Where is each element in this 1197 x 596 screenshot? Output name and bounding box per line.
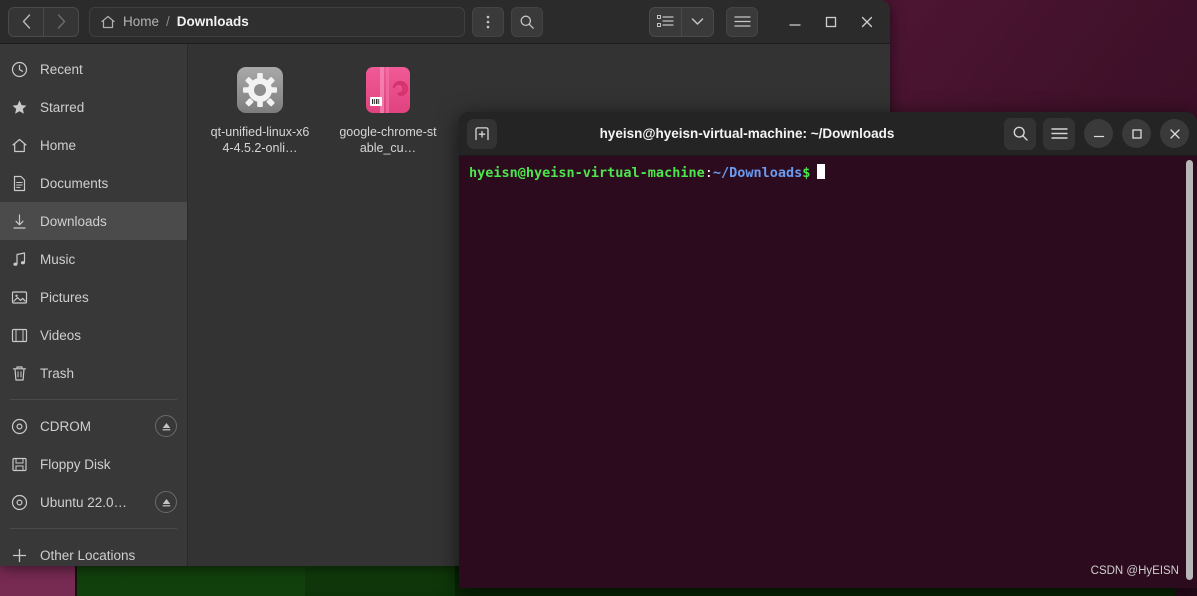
sidebar-item-home[interactable]: Home (0, 126, 187, 164)
terminal-prompt-line: hyeisn@hyeisn-virtual-machine:~/Download… (469, 164, 1187, 182)
close-button[interactable] (852, 7, 882, 37)
home-icon (10, 136, 28, 154)
sidebar-item-label: Floppy Disk (40, 457, 177, 472)
terminal-cursor (817, 164, 825, 179)
sidebar-item-label: Ubuntu 22.0… (40, 495, 143, 510)
sidebar-item-label: Documents (40, 176, 177, 191)
sidebar-item-label: Other Locations (40, 548, 177, 563)
video-icon (10, 326, 28, 344)
sidebar-item-label: Music (40, 252, 177, 267)
star-icon (10, 98, 28, 116)
sidebar-item-label: Videos (40, 328, 177, 343)
sidebar-item-downloads[interactable]: Downloads (0, 202, 187, 240)
music-icon (10, 250, 28, 268)
breadcrumb[interactable]: Home / Downloads (89, 7, 465, 37)
sidebar-item-videos[interactable]: Videos (0, 316, 187, 354)
picture-icon (10, 288, 28, 306)
disc-icon (10, 493, 28, 511)
sidebar-item-other-locations[interactable]: Other Locations (0, 536, 187, 566)
breadcrumb-separator: / (166, 14, 170, 29)
terminal-minimize-button[interactable] (1084, 119, 1113, 148)
back-button[interactable] (9, 8, 43, 36)
sidebar-item-floppy-disk[interactable]: Floppy Disk (0, 445, 187, 483)
navigation-buttons (8, 7, 79, 37)
forward-button[interactable] (44, 8, 78, 36)
sidebar-item-cdrom[interactable]: CDROM (0, 407, 187, 445)
file-name-label: google-chrome-stable_cu… (336, 124, 440, 156)
clock-icon (10, 60, 28, 78)
sidebar-divider (10, 399, 177, 400)
file-item[interactable]: qt-unified-linux-x64-4.5.2-onli… (206, 58, 314, 162)
download-icon (10, 212, 28, 230)
terminal-window: hyeisn@hyeisn-virtual-machine: ~/Downloa… (459, 112, 1197, 588)
sidebar: Recent Starred Home Documents (0, 44, 188, 566)
prompt-colon: : (705, 165, 713, 181)
hamburger-menu-button[interactable] (726, 7, 758, 37)
sidebar-item-label: Downloads (40, 214, 177, 229)
breadcrumb-home[interactable]: Home (123, 14, 159, 29)
sidebar-item-label: Recent (40, 62, 177, 77)
file-item[interactable]: google-chrome-stable_cu… (334, 58, 442, 162)
file-manager-header: Home / Downloads (0, 0, 890, 44)
sidebar-item-pictures[interactable]: Pictures (0, 278, 187, 316)
file-name-label: qt-unified-linux-x64-4.5.2-onli… (208, 124, 312, 156)
home-icon (100, 14, 116, 30)
trash-icon (10, 364, 28, 382)
floppy-icon (10, 455, 28, 473)
terminal-header: hyeisn@hyeisn-virtual-machine: ~/Downloa… (459, 112, 1197, 156)
maximize-button[interactable] (816, 7, 846, 37)
document-icon (10, 174, 28, 192)
sidebar-item-label: Pictures (40, 290, 177, 305)
sidebar-item-label: CDROM (40, 419, 143, 434)
terminal-title: hyeisn@hyeisn-virtual-machine: ~/Downloa… (497, 126, 997, 141)
prompt-path: ~/Downloads (713, 165, 802, 181)
deb-package-icon (362, 64, 414, 116)
sidebar-divider-2 (10, 528, 177, 529)
plus-icon (10, 546, 28, 564)
view-mode-toggle (649, 7, 714, 37)
eject-button[interactable] (155, 415, 177, 437)
gear-executable-icon (234, 64, 286, 116)
terminal-close-button[interactable] (1160, 119, 1189, 148)
minimize-button[interactable] (780, 7, 810, 37)
terminal-scrollbar[interactable] (1186, 160, 1193, 580)
sidebar-item-music[interactable]: Music (0, 240, 187, 278)
watermark: CSDN @HyEISN (1091, 562, 1179, 580)
new-tab-icon[interactable] (467, 119, 497, 149)
terminal-search-button[interactable] (1004, 118, 1036, 150)
terminal-menu-button[interactable] (1043, 118, 1075, 150)
sidebar-item-trash[interactable]: Trash (0, 354, 187, 392)
sidebar-item-label: Starred (40, 100, 177, 115)
prompt-user-host: hyeisn@hyeisn-virtual-machine (469, 165, 705, 181)
terminal-maximize-button[interactable] (1122, 119, 1151, 148)
list-view-icon[interactable] (650, 8, 681, 36)
eject-button[interactable] (155, 491, 177, 513)
sidebar-item-starred[interactable]: Starred (0, 88, 187, 126)
prompt-dollar: $ (802, 165, 810, 181)
sidebar-item-label: Trash (40, 366, 177, 381)
sidebar-item-label: Home (40, 138, 177, 153)
sidebar-item-ubuntu-disc[interactable]: Ubuntu 22.0… (0, 483, 187, 521)
breadcrumb-current[interactable]: Downloads (177, 14, 249, 29)
path-menu-button[interactable] (472, 7, 504, 37)
chevron-down-icon[interactable] (682, 8, 713, 36)
sidebar-item-recent[interactable]: Recent (0, 50, 187, 88)
disc-icon (10, 417, 28, 435)
sidebar-item-documents[interactable]: Documents (0, 164, 187, 202)
terminal-screen[interactable]: hyeisn@hyeisn-virtual-machine:~/Download… (459, 156, 1197, 588)
search-button[interactable] (511, 7, 543, 37)
